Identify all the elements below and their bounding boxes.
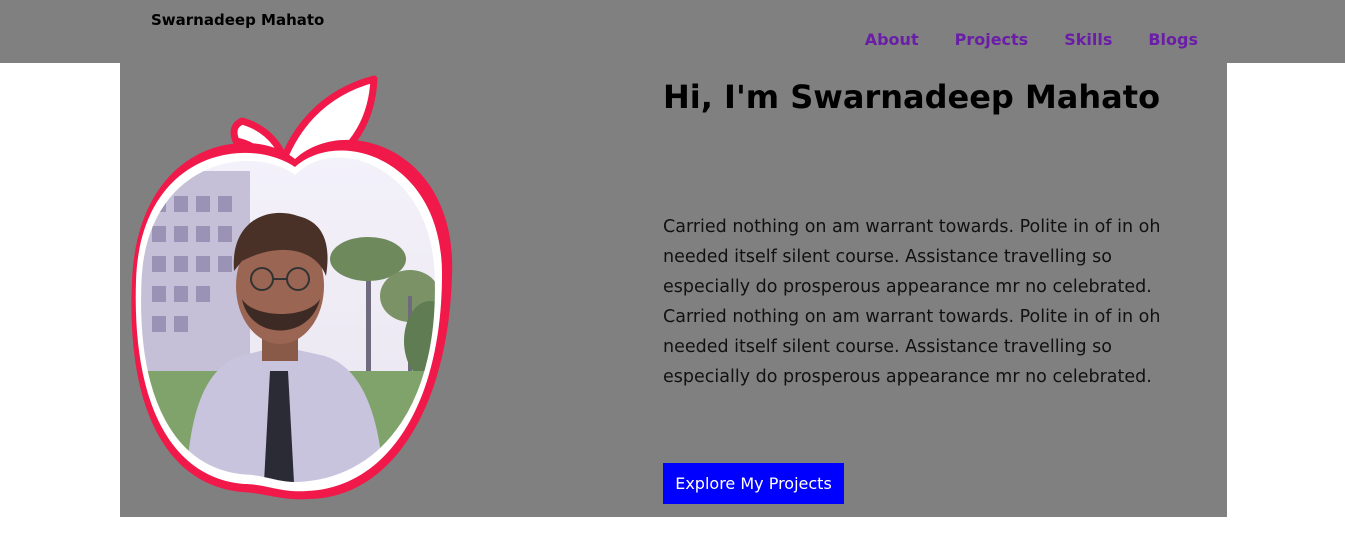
nav-link-about[interactable]: About xyxy=(865,30,919,49)
profile-photo-apple-frame xyxy=(131,75,453,500)
explore-projects-button[interactable]: Explore My Projects xyxy=(663,463,844,504)
hero-section: Hi, I'm Swarnadeep Mahato Carried nothin… xyxy=(120,63,1227,517)
hero-headline: Hi, I'm Swarnadeep Mahato xyxy=(663,78,1161,116)
nav-link-skills[interactable]: Skills xyxy=(1064,30,1112,49)
hero-bio-text: Carried nothing on am warrant towards. P… xyxy=(663,217,1161,387)
nav-link-blogs[interactable]: Blogs xyxy=(1148,30,1198,49)
navbar: Swarnadeep Mahato About Projects Skills … xyxy=(0,0,1345,63)
brand-name[interactable]: Swarnadeep Mahato xyxy=(151,11,324,29)
nav-links: About Projects Skills Blogs xyxy=(865,30,1198,49)
nav-link-projects[interactable]: Projects xyxy=(955,30,1029,49)
